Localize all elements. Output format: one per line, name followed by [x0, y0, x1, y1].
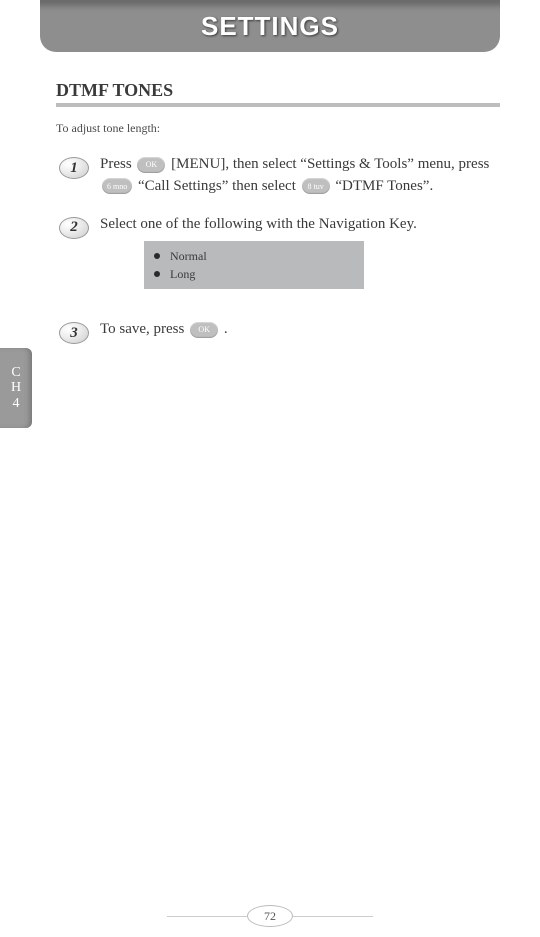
page-number-ornament: 72 — [0, 905, 540, 927]
step-number: 2 — [56, 214, 92, 242]
step-text: “DTMF Tones”. — [335, 178, 433, 194]
step-text: Press — [100, 156, 135, 172]
page-title: SETTINGS — [201, 11, 339, 42]
chapter-letter: H — [11, 380, 21, 395]
step-text: “Call Settings” then select — [138, 178, 300, 194]
chapter-tab: C H 4 — [0, 348, 32, 428]
chapter-letter: C — [11, 365, 20, 380]
step-3: 3 To save, press OK . — [56, 319, 522, 347]
chapter-number: 4 — [13, 396, 20, 411]
six-key-icon: 6 mno — [102, 178, 132, 194]
ornament-line-icon — [293, 916, 373, 917]
bullet-icon — [154, 253, 160, 259]
ok-key-icon: OK — [137, 157, 165, 173]
list-item: Long — [154, 265, 354, 283]
step-text: . — [224, 321, 228, 337]
step-body: Select one of the following with the Nav… — [92, 214, 522, 304]
option-label: Long — [170, 265, 195, 283]
list-item: Normal — [154, 247, 354, 265]
step-body: To save, press OK . — [92, 319, 522, 341]
step-body: Press OK [MENU], then select “Settings &… — [92, 154, 522, 198]
step-number: 1 — [56, 154, 92, 182]
step-text: [MENU], then select “Settings & Tools” m… — [171, 156, 489, 172]
step-2: 2 Select one of the following with the N… — [56, 214, 522, 304]
step-text: To save, press — [100, 321, 188, 337]
section-title: DTMF TONES — [56, 80, 500, 107]
intro-text: To adjust tone length: — [56, 121, 500, 136]
options-box: Normal Long — [144, 241, 364, 289]
steps-list: 1 Press OK [MENU], then select “Settings… — [56, 154, 522, 347]
eight-key-icon: 8 tuv — [302, 178, 330, 194]
header-bar: SETTINGS — [40, 0, 500, 52]
option-label: Normal — [170, 247, 207, 265]
ornament-line-icon — [167, 916, 247, 917]
page-number: 72 — [247, 905, 293, 927]
bullet-icon — [154, 271, 160, 277]
ok-key-icon: OK — [190, 322, 218, 338]
step-text: Select one of the following with the Nav… — [100, 216, 417, 232]
step-1: 1 Press OK [MENU], then select “Settings… — [56, 154, 522, 198]
step-number: 3 — [56, 319, 92, 347]
